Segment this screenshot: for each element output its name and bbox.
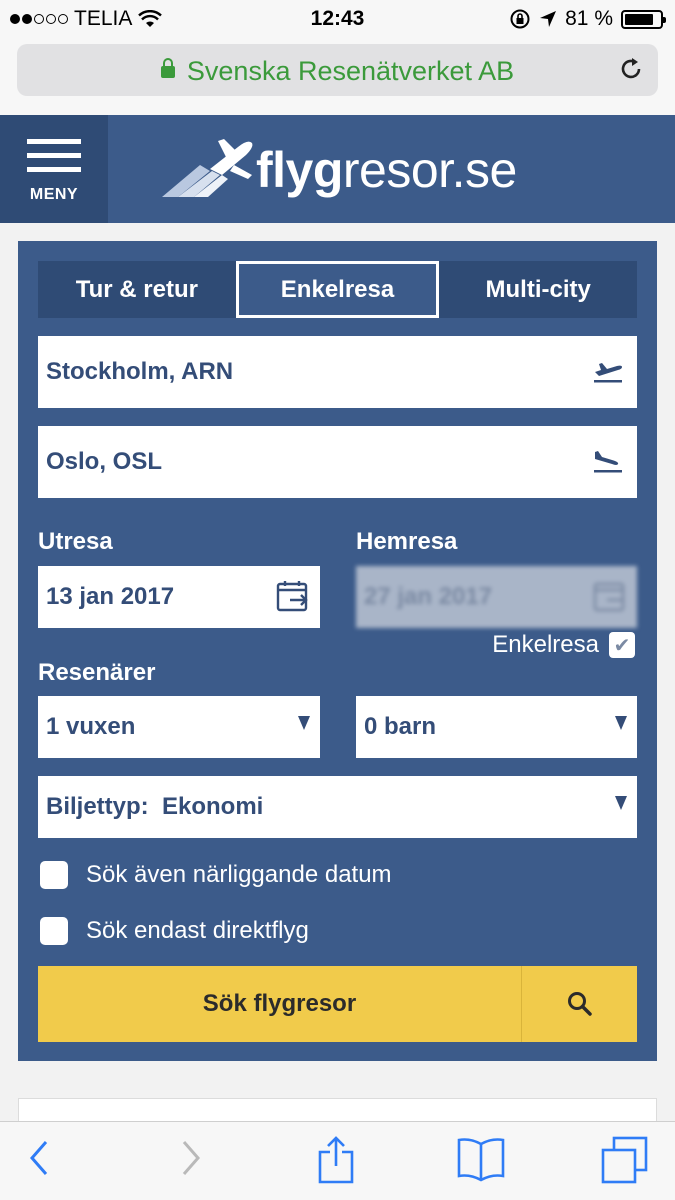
nearby-dates-label: Sök även närliggande datum xyxy=(86,861,392,888)
chevron-down-icon xyxy=(298,716,310,730)
site-header: MENY flygresor.se xyxy=(0,115,675,223)
search-button-label: Sök flygresor xyxy=(202,990,357,1017)
one-way-label: Enkelresa xyxy=(492,631,599,658)
hamburger-icon xyxy=(27,139,81,181)
tabs-icon[interactable] xyxy=(600,1136,650,1184)
flight-search-form: Tur & retur Enkelresa Multi-city Stockho… xyxy=(18,241,657,1061)
tab-round-trip[interactable]: Tur & retur xyxy=(38,261,236,318)
plane-takeoff-icon xyxy=(594,363,622,383)
nearby-dates-checkbox[interactable] xyxy=(40,861,68,889)
ticket-type-value: Biljettyp: Ekonomi xyxy=(46,793,264,820)
site-title: Svenska Resenätverket AB xyxy=(186,56,515,86)
search-icon[interactable] xyxy=(521,966,637,1042)
direct-only-label: Sök endast direktflyg xyxy=(86,917,309,944)
one-way-checkbox[interactable]: ✔ xyxy=(609,632,635,658)
outbound-date-input[interactable]: 13 jan 2017 xyxy=(38,566,320,628)
plane-landing-icon xyxy=(594,451,622,473)
calendar-icon xyxy=(276,581,308,612)
site-logo[interactable]: flygresor.se xyxy=(160,125,517,215)
direct-only-option[interactable]: Sök endast direktflyg xyxy=(40,917,309,945)
ticket-type-select[interactable]: Biljettyp: Ekonomi xyxy=(38,776,637,838)
orientation-lock-icon xyxy=(510,9,530,29)
status-right: 81 % xyxy=(509,7,666,31)
reload-icon[interactable] xyxy=(618,56,644,82)
logo-text: flygresor.se xyxy=(256,142,517,198)
calendar-icon xyxy=(593,582,625,612)
status-bar: TELIA 12:43 81 % xyxy=(0,0,675,38)
nearby-dates-option[interactable]: Sök även närliggande datum xyxy=(40,861,392,889)
tab-one-way[interactable]: Enkelresa xyxy=(235,261,440,318)
destination-input[interactable]: Oslo, OSL xyxy=(38,426,637,498)
children-select[interactable]: 0 barn xyxy=(356,696,637,758)
destination-value: Oslo, OSL xyxy=(46,448,163,475)
trip-type-tabs: Tur & retur Enkelresa Multi-city xyxy=(38,261,638,318)
origin-input[interactable]: Stockholm, ARN xyxy=(38,336,637,408)
browser-address-area: Svenska Resenätverket AB xyxy=(0,38,675,115)
address-bar[interactable]: Svenska Resenätverket AB xyxy=(17,44,658,96)
menu-label: MENY xyxy=(29,186,79,203)
children-value: 0 barn xyxy=(364,713,437,740)
direct-only-checkbox[interactable] xyxy=(40,917,68,945)
main-content: Tur & retur Enkelresa Multi-city Stockho… xyxy=(0,223,675,1138)
back-icon[interactable] xyxy=(26,1136,52,1180)
search-flights-button[interactable]: Sök flygresor xyxy=(38,966,637,1042)
adults-select[interactable]: 1 vuxen xyxy=(38,696,320,758)
forward-icon[interactable] xyxy=(178,1136,204,1180)
return-date-input: 27 jan 2017 xyxy=(356,566,637,628)
location-arrow-icon xyxy=(540,11,557,27)
battery-icon xyxy=(621,9,666,29)
origin-value: Stockholm, ARN xyxy=(46,358,234,385)
return-label: Hemresa xyxy=(356,528,458,555)
outbound-date-value: 13 jan 2017 xyxy=(46,583,175,610)
browser-toolbar xyxy=(0,1121,675,1200)
battery-percent: 81 % xyxy=(565,7,613,30)
outbound-label: Utresa xyxy=(38,528,113,555)
address-text[interactable]: Svenska Resenätverket AB xyxy=(17,56,658,87)
menu-button[interactable]: MENY xyxy=(0,115,108,223)
bookmarks-icon[interactable] xyxy=(456,1136,506,1182)
travellers-label: Resenärer xyxy=(38,659,156,686)
tab-multi-city[interactable]: Multi-city xyxy=(439,261,638,318)
airplane-logo-icon xyxy=(162,139,253,197)
lock-icon xyxy=(160,58,175,78)
one-way-toggle[interactable]: Enkelresa ✔ xyxy=(492,631,635,659)
chevron-down-icon xyxy=(615,796,627,810)
chevron-down-icon xyxy=(615,716,627,730)
return-date-value: 27 jan 2017 xyxy=(364,583,493,610)
adults-value: 1 vuxen xyxy=(46,713,136,740)
share-icon[interactable] xyxy=(316,1136,356,1184)
